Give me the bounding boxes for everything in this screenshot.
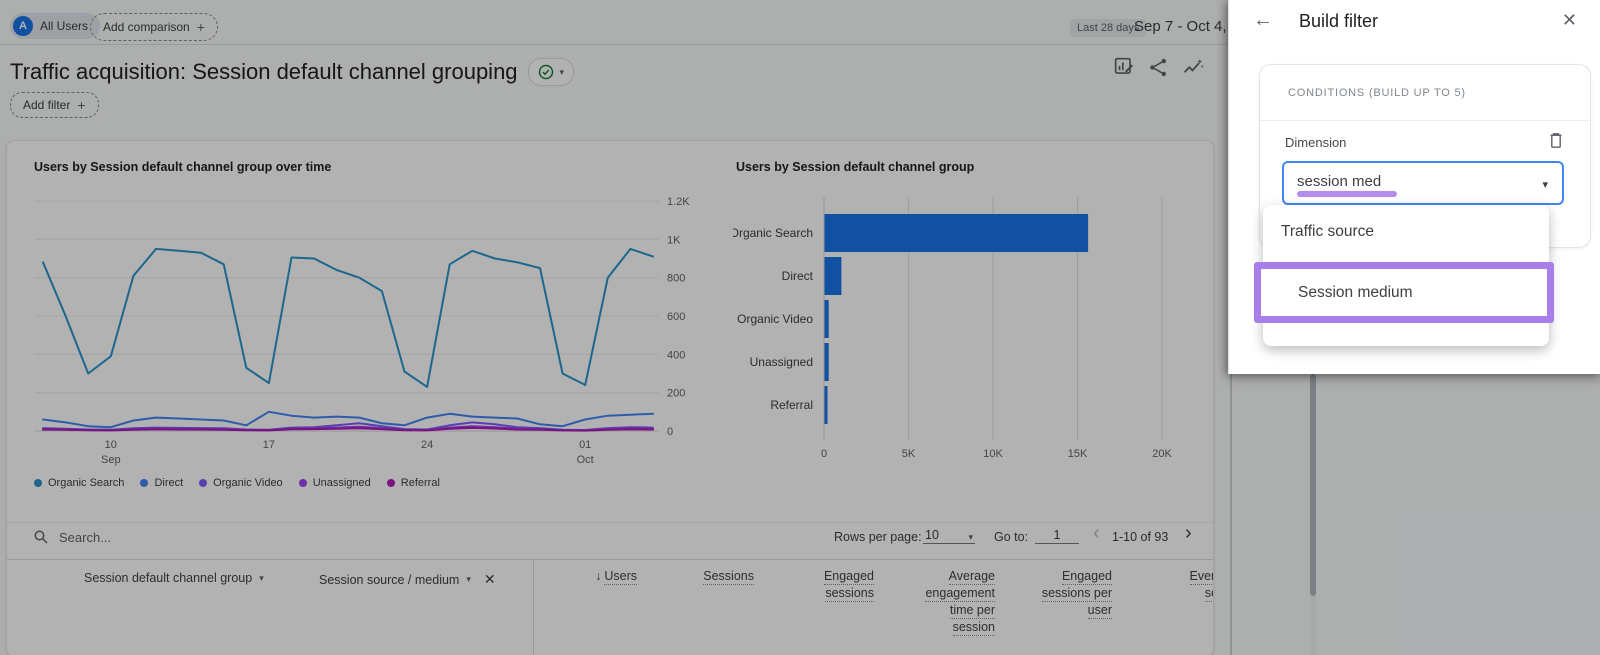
tutorial-highlight-underline [1297, 191, 1397, 197]
chevron-down-icon: ▾ [1542, 178, 1548, 191]
dimension-search-input[interactable]: session med ▾ [1282, 161, 1564, 205]
dimension-input-value: session med [1297, 173, 1381, 190]
close-icon[interactable]: ✕ [1562, 9, 1577, 31]
option-session-medium[interactable]: Session medium [1298, 284, 1413, 302]
tutorial-highlight-box: Session medium [1254, 262, 1554, 323]
dimension-label: Dimension [1285, 135, 1346, 150]
divider [1260, 120, 1590, 121]
panel-title: Build filter [1299, 11, 1378, 32]
build-filter-panel: ← Build filter ✕ CONDITIONS (BUILD UP TO… [1228, 0, 1600, 374]
option-traffic-source[interactable]: Traffic source [1281, 223, 1374, 241]
trash-icon[interactable] [1548, 131, 1564, 149]
conditions-heading: CONDITIONS (BUILD UP TO 5) [1288, 87, 1466, 99]
dimension-options-dropdown: Traffic source Session medium [1263, 205, 1549, 346]
back-arrow-icon[interactable]: ← [1253, 8, 1273, 32]
app-window: A All Users Add comparison + Last 28 day… [0, 0, 1600, 655]
